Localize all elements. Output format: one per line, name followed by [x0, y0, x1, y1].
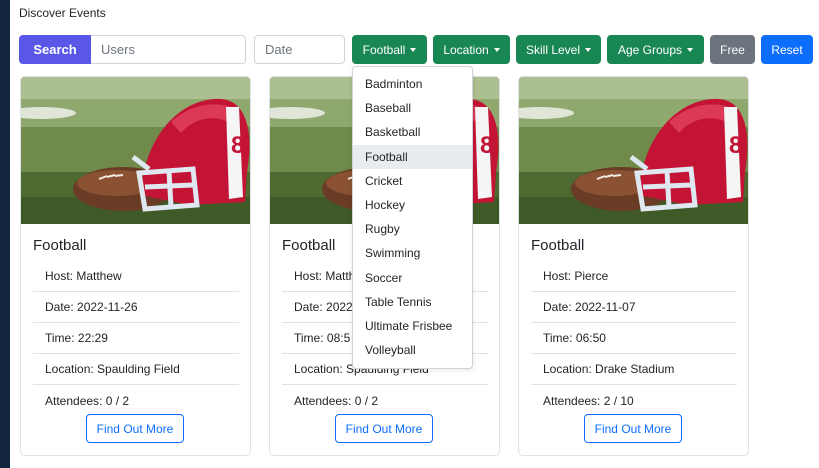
- search-group: Search Users: [19, 35, 246, 64]
- dropdown-item-swimming[interactable]: Swimming: [353, 241, 472, 265]
- event-location: Location: Spaulding Field: [33, 354, 239, 385]
- dropdown-item-football[interactable]: Football: [353, 144, 472, 169]
- dropdown-item-badminton[interactable]: Badminton: [353, 72, 472, 96]
- search-button[interactable]: Search: [19, 35, 91, 64]
- dropdown-item-ultimate-frisbee[interactable]: Ultimate Frisbee: [353, 314, 472, 338]
- event-time: Time: 22:29: [33, 323, 239, 354]
- date-input[interactable]: Date: [254, 35, 345, 64]
- event-time: Time: 06:50: [531, 323, 737, 354]
- event-sport-title: Football: [282, 237, 336, 254]
- event-attendees: Attendees: 0 / 2: [294, 393, 379, 408]
- event-image: [519, 77, 748, 224]
- reset-button[interactable]: Reset: [761, 35, 813, 64]
- dropdown-item-hockey[interactable]: Hockey: [353, 193, 472, 217]
- event-attendees: Attendees: 0 / 2: [45, 393, 130, 408]
- event-host: Host: Pierce: [531, 261, 737, 292]
- event-date: Date: 2022-11-26: [33, 292, 239, 323]
- event-sport-title: Football: [33, 237, 87, 254]
- chevron-down-icon: [687, 47, 694, 52]
- find-out-more-button[interactable]: Find Out More: [335, 414, 433, 443]
- chevron-down-icon: [493, 47, 500, 52]
- event-attendees: Attendees: 2 / 10: [543, 393, 634, 408]
- event-date: Date: 2022-11-07: [531, 292, 737, 323]
- free-filter-button[interactable]: Free: [710, 35, 755, 64]
- event-card: Football Host: Pierce Date: 2022-11-07 T…: [518, 76, 749, 456]
- dropdown-item-table-tennis[interactable]: Table Tennis: [353, 290, 472, 314]
- sport-filter-label: Football: [362, 42, 406, 57]
- chevron-down-icon: [410, 47, 417, 52]
- event-host: Host: Matthew: [33, 261, 239, 292]
- dropdown-item-cricket[interactable]: Cricket: [353, 169, 472, 193]
- users-search-input[interactable]: Users: [91, 35, 246, 64]
- dropdown-item-basketball[interactable]: Basketball: [353, 120, 472, 144]
- chevron-down-icon: [585, 47, 592, 52]
- event-details: Host: Pierce Date: 2022-11-07 Time: 06:5…: [531, 261, 737, 416]
- sport-dropdown-menu: Badminton Baseball Basketball Football C…: [352, 66, 473, 369]
- find-out-more-button[interactable]: Find Out More: [86, 414, 184, 443]
- events-page: Discover Events Search Users Date Footba…: [10, 0, 819, 468]
- skill-level-filter-button[interactable]: Skill Level: [516, 35, 601, 64]
- location-filter-label: Location: [443, 42, 489, 57]
- event-card: Football Host: Matthew Date: 2022-11-26 …: [20, 76, 251, 456]
- event-location: Location: Drake Stadium: [531, 354, 737, 385]
- age-groups-filter-button[interactable]: Age Groups: [607, 35, 704, 64]
- skill-level-filter-label: Skill Level: [525, 42, 581, 57]
- sport-filter-button[interactable]: Football: [352, 35, 427, 64]
- event-image: [21, 77, 250, 224]
- dropdown-item-baseball[interactable]: Baseball: [353, 96, 472, 120]
- dropdown-item-rugby[interactable]: Rugby: [353, 217, 472, 241]
- page-title: Discover Events: [19, 6, 106, 20]
- age-groups-filter-label: Age Groups: [617, 42, 683, 57]
- event-sport-title: Football: [531, 237, 585, 254]
- location-filter-button[interactable]: Location: [433, 35, 510, 64]
- dropdown-item-volleyball[interactable]: Volleyball: [353, 338, 472, 362]
- event-details: Host: Matthew Date: 2022-11-26 Time: 22:…: [33, 261, 239, 416]
- find-out-more-button[interactable]: Find Out More: [584, 414, 682, 443]
- dropdown-item-soccer[interactable]: Soccer: [353, 266, 472, 290]
